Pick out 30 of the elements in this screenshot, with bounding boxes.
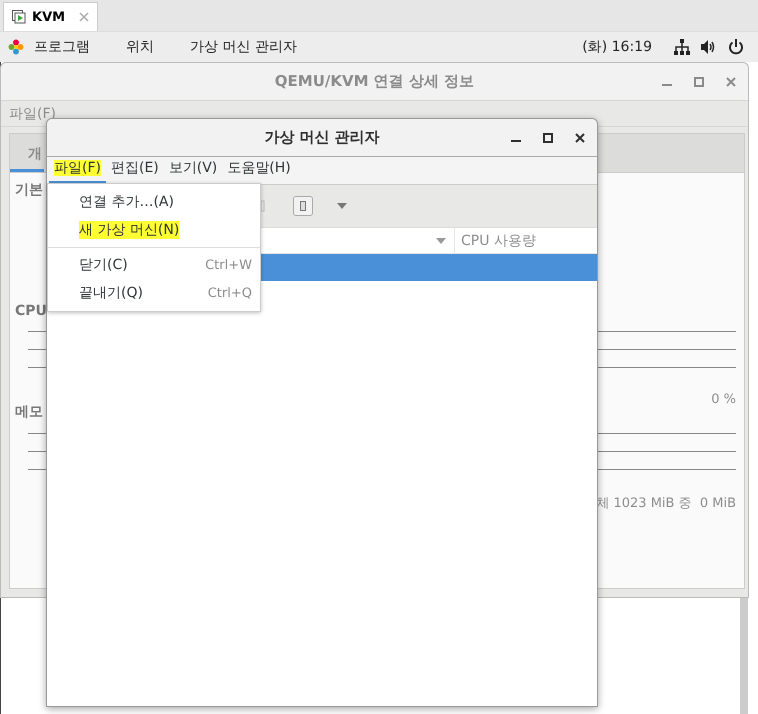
console-button[interactable] (293, 196, 313, 216)
device-icon (300, 201, 306, 211)
section-title: 메모 (15, 403, 44, 421)
panel-menu[interactable]: 가상 머신 관리자 (190, 38, 297, 56)
panel-menu[interactable]: 프로그램 (34, 38, 90, 56)
menu-item[interactable]: 끝내기(Q) Ctrl+Q (48, 279, 260, 307)
menu-item[interactable]: 닫기(C) Ctrl+W (48, 251, 260, 279)
cpu-usage: 0 % (711, 392, 736, 407)
window-title: 가상 머신 관리자 (264, 128, 380, 147)
section-title: CPU (15, 303, 48, 319)
menu-item[interactable]: 편집(E) (106, 159, 164, 184)
caret-icon[interactable] (436, 238, 446, 244)
window-title: QEMU/KVM 연결 상세 정보 (274, 72, 474, 91)
flower-icon (8, 39, 24, 55)
caret-icon[interactable] (337, 203, 347, 209)
section-title: 기본 (15, 181, 44, 199)
browser-tab[interactable]: KVM (3, 2, 98, 31)
scrollbar[interactable] (740, 598, 748, 714)
volume-icon[interactable] (700, 39, 716, 55)
network-icon[interactable] (674, 39, 690, 55)
menu-item[interactable]: 새 가상 머신(N) (48, 216, 260, 244)
clock[interactable]: (화) 16:19 (582, 38, 652, 56)
close-icon[interactable] (575, 132, 585, 142)
menu-item[interactable]: 도움말(H) (222, 159, 296, 184)
panel-menu[interactable]: 위치 (126, 38, 154, 56)
menu-item[interactable]: 보기(V) (164, 159, 222, 184)
vm-icon (12, 10, 26, 24)
memory-usage: 체 1023 MiB 중 0 MiB (596, 495, 736, 512)
power-icon[interactable] (728, 39, 744, 55)
maximize-icon[interactable] (543, 132, 553, 142)
